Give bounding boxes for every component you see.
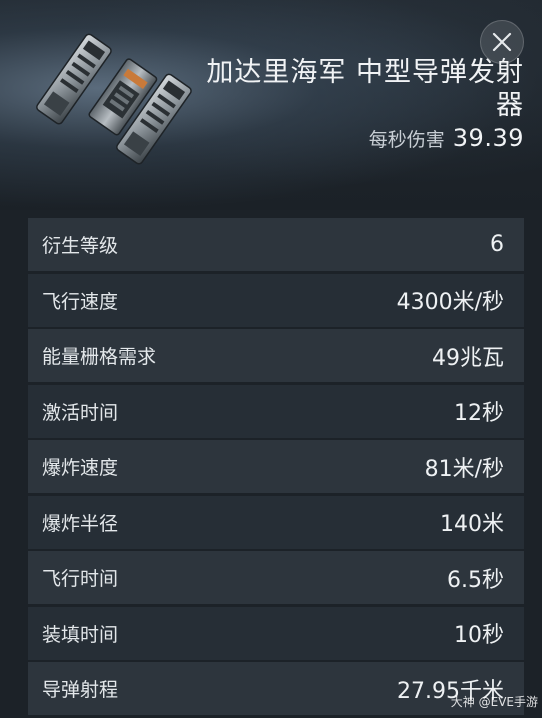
stat-row: 装填时间 10秒 — [28, 606, 524, 660]
stat-row: 飞行速度 4300米/秒 — [28, 273, 524, 327]
stat-label: 飞行速度 — [42, 290, 119, 313]
stat-row: 导弹射程 27.95千米 — [28, 662, 524, 715]
stat-label: 导弹射程 — [42, 679, 119, 701]
stat-value: 10秒 — [454, 623, 504, 648]
stat-label: 飞行时间 — [42, 568, 119, 590]
stat-row: 能量栅格需求 49兆瓦 — [28, 329, 524, 382]
item-title: 加达里海军 中型导弹发射器 — [206, 57, 524, 121]
stat-value: 12秒 — [454, 401, 504, 426]
stat-label: 能量栅格需求 — [42, 346, 157, 368]
missile-launcher-icon — [36, 33, 192, 165]
stat-value: 49兆瓦 — [432, 345, 504, 371]
stat-value: 6 — [490, 232, 504, 257]
stat-row: 衍生等级 6 — [28, 218, 524, 271]
watermark: 大神 @EVE手游 — [450, 695, 538, 709]
stat-row: 激活时间 12秒 — [28, 384, 524, 438]
stat-value: 4300米/秒 — [396, 290, 504, 315]
stats-list: 衍生等级 6 飞行速度 4300米/秒 能量栅格需求 49兆瓦 激活时间 12秒… — [28, 218, 524, 718]
stat-row: 飞行时间 6.5秒 — [28, 551, 524, 604]
stat-row: 爆炸速度 81米/秒 — [28, 440, 524, 493]
stat-label: 爆炸速度 — [42, 457, 119, 479]
dps-label: 每秒伤害 — [368, 129, 445, 151]
close-icon — [492, 32, 512, 52]
stat-value: 81米/秒 — [424, 456, 504, 482]
stat-label: 激活时间 — [42, 401, 119, 424]
stat-value: 6.5秒 — [447, 567, 504, 593]
stat-label: 衍生等级 — [42, 235, 119, 257]
stat-row: 爆炸半径 140米 — [28, 495, 524, 549]
dps-value: 39.39 — [452, 124, 524, 152]
stat-label: 爆炸半径 — [42, 512, 119, 535]
dps-readout: 每秒伤害 39.39 — [369, 124, 524, 152]
item-header: 加达里海军 中型导弹发射器 每秒伤害 39.39 — [0, 0, 542, 210]
stat-value: 140米 — [440, 512, 504, 537]
stat-label: 装填时间 — [42, 623, 119, 646]
